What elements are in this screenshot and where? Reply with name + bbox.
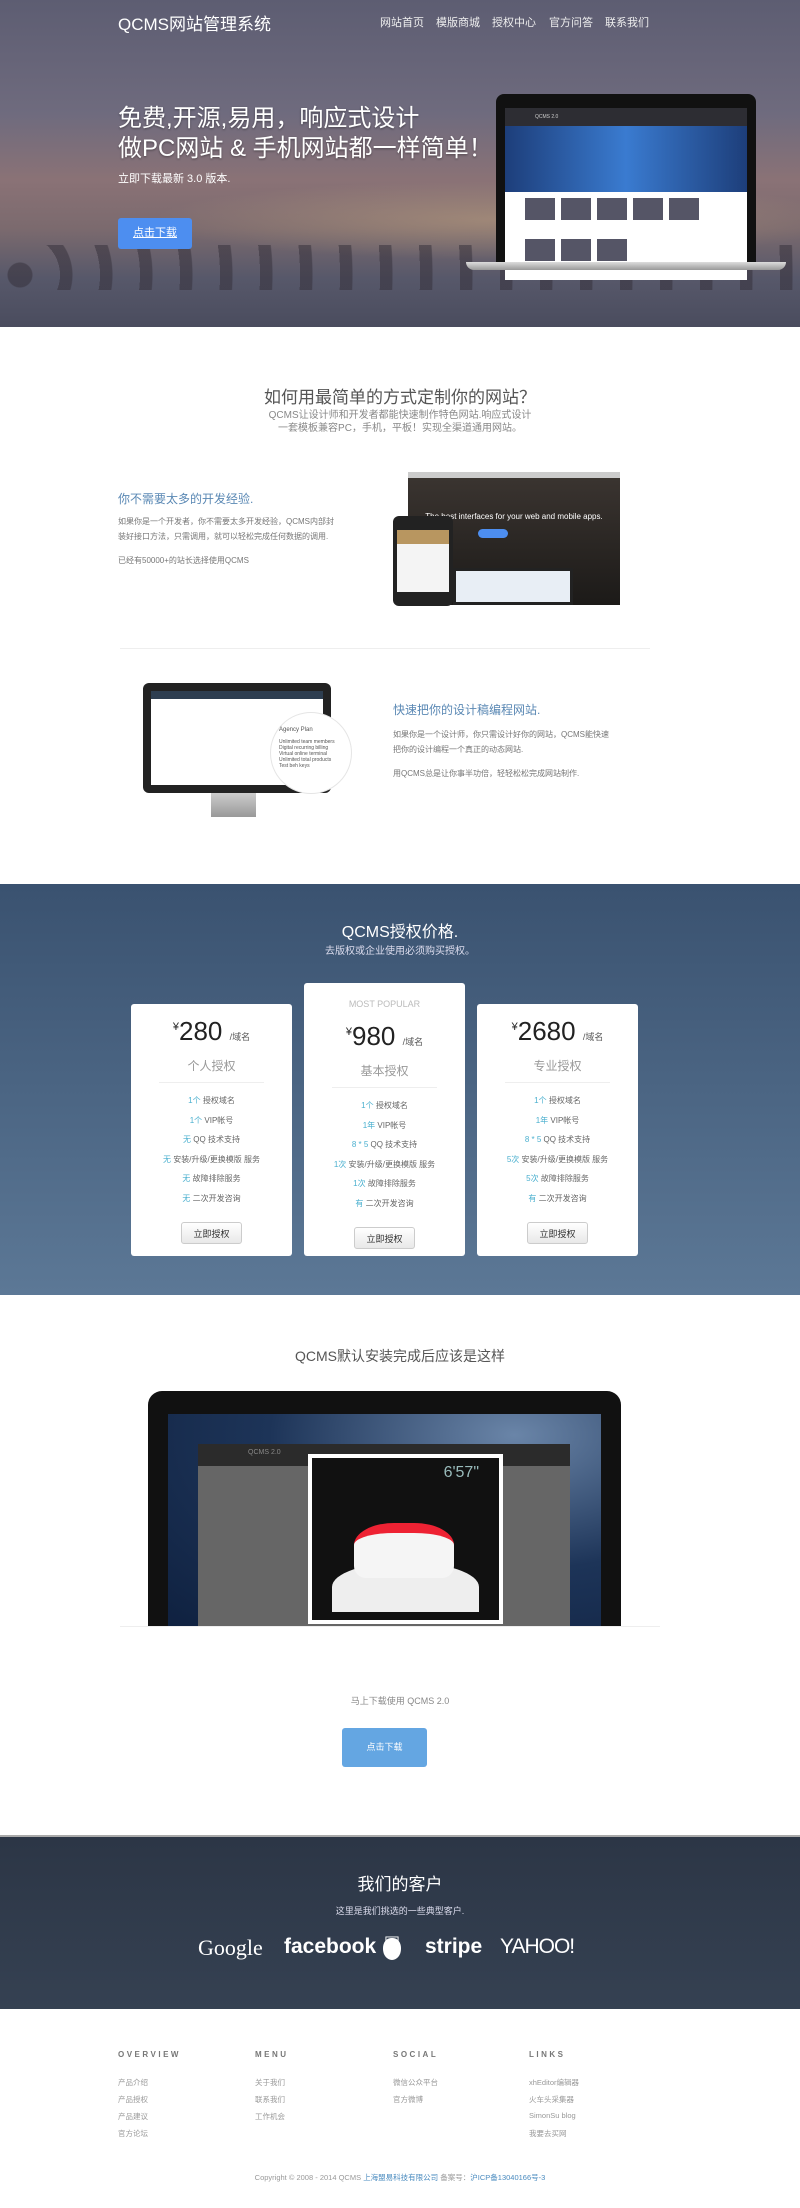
intro-title: 如何用最简单的方式定制你的网站？ xyxy=(264,388,536,407)
feature2-heading: 快速把你的设计稿编程网站. xyxy=(393,703,541,717)
hero-download-button[interactable]: 点击下载 xyxy=(118,218,192,249)
feature1-text-2: 已经有50000+的站长选择使用QCMS xyxy=(118,556,249,565)
plan-feature: 1个 授权域名 xyxy=(534,1096,581,1105)
plan-feature: 8 * 5 QQ 技术支持 xyxy=(351,1140,418,1149)
pricing-title: QCMS授权价格. xyxy=(341,924,459,941)
authorize-button[interactable]: 立即授权 xyxy=(181,1222,242,1244)
footer-heading: LINKS xyxy=(529,2050,566,2059)
logo-facebook: facebook xyxy=(284,1935,377,1958)
plan-name: 基本授权 xyxy=(332,1062,437,1088)
download-button[interactable]: 点击下载 xyxy=(342,1728,427,1767)
apple-logo-shape xyxy=(383,1938,401,1960)
footer-heading: SOCIAL xyxy=(393,2050,439,2059)
footer-heading: MENU xyxy=(255,2050,289,2059)
plan-feature: 1个 授权域名 xyxy=(188,1096,235,1105)
plan-feature: 5次 故障排除服务 xyxy=(526,1174,589,1183)
plan-feature: 8 * 5 QQ 技术支持 xyxy=(524,1135,591,1144)
clients-subtitle: 这里是我们挑选的一些典型客户. xyxy=(335,1906,465,1916)
plan-feature: 1次 故障排除服务 xyxy=(353,1179,416,1188)
feature2-text: 如果你是一个设计师，你只需设计好你的网站，QCMS能快速把你的设计编程一个真正的… xyxy=(393,730,609,754)
lightbox-image: 6'57" xyxy=(308,1454,503,1624)
install-title: QCMS默认安装完成后应该是这样 xyxy=(295,1348,505,1364)
logo-yahoo: YAHOO! xyxy=(500,1935,575,1958)
plan-feature: 有 二次开发咨询 xyxy=(355,1198,414,1208)
feature1-text: 如果你是一个开发者，你不需要太多开发经验，QCMS内部封装好接口方法，只需调用，… xyxy=(118,517,334,541)
nav-qa[interactable]: 官方问答 xyxy=(549,14,593,30)
laptop-mockup: QCMS 2.0 xyxy=(466,94,786,280)
plan-feature: 无 故障排除服务 xyxy=(182,1174,241,1183)
clients-title: 我们的客户 xyxy=(357,1875,443,1895)
authorize-button[interactable]: 立即授权 xyxy=(527,1222,588,1244)
divider xyxy=(120,648,650,649)
plan-feature: 5次 安装/升级/更换模版 服务 xyxy=(506,1154,609,1164)
footer-link[interactable]: 官方论坛 xyxy=(118,2128,148,2139)
hero-subtitle: 立即下载最新 3.0 版本. xyxy=(118,173,231,185)
logo-stripe: stripe xyxy=(425,1935,483,1958)
footer-link[interactable]: 关于我们 xyxy=(255,2077,285,2088)
nav-license[interactable]: 授权中心 xyxy=(492,14,536,30)
footer-link[interactable]: 火车头采集器 xyxy=(529,2094,574,2105)
pricing-card: ¥2680 /域名专业授权 1个 授权域名 1年 VIP帐号 8 * 5 QQ 技术支… xyxy=(477,1004,638,1256)
pricing-subtitle: 去版权或企业使用必须购买授权。 xyxy=(325,946,475,957)
plan-price: ¥980 /域名 xyxy=(345,1021,424,1051)
download-text: 马上下载使用 QCMS 2.0 xyxy=(350,1696,450,1706)
authorize-button[interactable]: 立即授权 xyxy=(354,1227,415,1249)
plan-feature: 1个 VIP帐号 xyxy=(189,1115,234,1125)
footer-link[interactable]: 联系我们 xyxy=(255,2094,285,2105)
icp-link[interactable]: 沪ICP备13040166号-3 xyxy=(470,2173,545,2182)
plan-price: ¥2680 /域名 xyxy=(511,1016,604,1046)
feature1-heading: 你不需要太多的开发经验. xyxy=(118,492,254,506)
nav-templates[interactable]: 模版商城 xyxy=(436,14,480,30)
company-link[interactable]: 上海盟易科技有限公司 xyxy=(363,2173,438,2182)
pricing-card: ¥280 /域名个人授权 1个 授权域名 1个 VIP帐号无 QQ 技术支持无 安装… xyxy=(131,1004,292,1256)
nav-home[interactable]: 网站首页 xyxy=(380,14,424,30)
nav-contact[interactable]: 联系我们 xyxy=(605,14,649,30)
footer-link[interactable]: 我要去买网 xyxy=(529,2128,567,2139)
plan-feature: 1次 安装/升级/更换模版 服务 xyxy=(333,1159,436,1169)
plan-price: ¥280 /域名 xyxy=(172,1016,251,1046)
most-popular-label: MOST POPULAR xyxy=(348,999,421,1009)
footer-link[interactable]: 微信公众平台 xyxy=(393,2077,438,2088)
site-logo[interactable]: QCMS网站管理系统 xyxy=(118,10,271,35)
plan-feature: 1年 VIP帐号 xyxy=(535,1115,580,1125)
footer-link[interactable]: 产品建议 xyxy=(118,2111,148,2122)
clients-section xyxy=(0,1835,800,2009)
footer-link[interactable]: SimonSu blog xyxy=(529,2111,576,2120)
footer-link[interactable]: 官方微博 xyxy=(393,2094,423,2105)
logo-google: Google xyxy=(198,1935,263,1960)
plan-feature: 1个 授权域名 xyxy=(361,1101,408,1110)
plan-feature: 1年 VIP帐号 xyxy=(362,1120,407,1130)
plan-feature: 无 QQ 技术支持 xyxy=(183,1135,240,1144)
copyright: Copyright © 2008 - 2014 QCMS 上海盟易科技有限公司 … xyxy=(254,2173,546,2182)
intro-text-2: 一套模板兼容PC，手机，平板！实现全渠道通用网站。 xyxy=(278,423,522,434)
plan-name: 专业授权 xyxy=(505,1057,610,1083)
plan-name: 个人授权 xyxy=(159,1057,264,1083)
hero-headline-2: 做PC网站 & 手机网站都一样简单！ xyxy=(118,135,493,162)
phone-mockup xyxy=(393,516,453,606)
footer-link[interactable]: 产品授权 xyxy=(118,2094,148,2105)
plan-feature: 无 二次开发咨询 xyxy=(182,1193,241,1203)
plan-feature: 有 二次开发咨询 xyxy=(528,1193,587,1203)
agency-plan-callout: Agency Plan Unlimited team members Digita… xyxy=(270,712,352,794)
imac-screenshot: QCMS 2.0 6'57" xyxy=(148,1391,621,1626)
footer-link[interactable]: 工作机会 xyxy=(255,2111,285,2122)
footer-link[interactable]: 产品介绍 xyxy=(118,2077,148,2088)
footer-heading: OVERVIEW xyxy=(118,2050,181,2059)
footer-link[interactable]: xhEditor编辑器 xyxy=(529,2077,579,2088)
plan-feature: 无 安装/升级/更换模版 服务 xyxy=(163,1154,260,1164)
feature2-text-2: 用QCMS总是让你事半功倍，轻轻松松完成网站制作. xyxy=(393,769,580,778)
pricing-card: MOST POPULAR ¥980 /域名基本授权 1个 授权域名 1年 VIP帐号 8… xyxy=(304,983,465,1256)
